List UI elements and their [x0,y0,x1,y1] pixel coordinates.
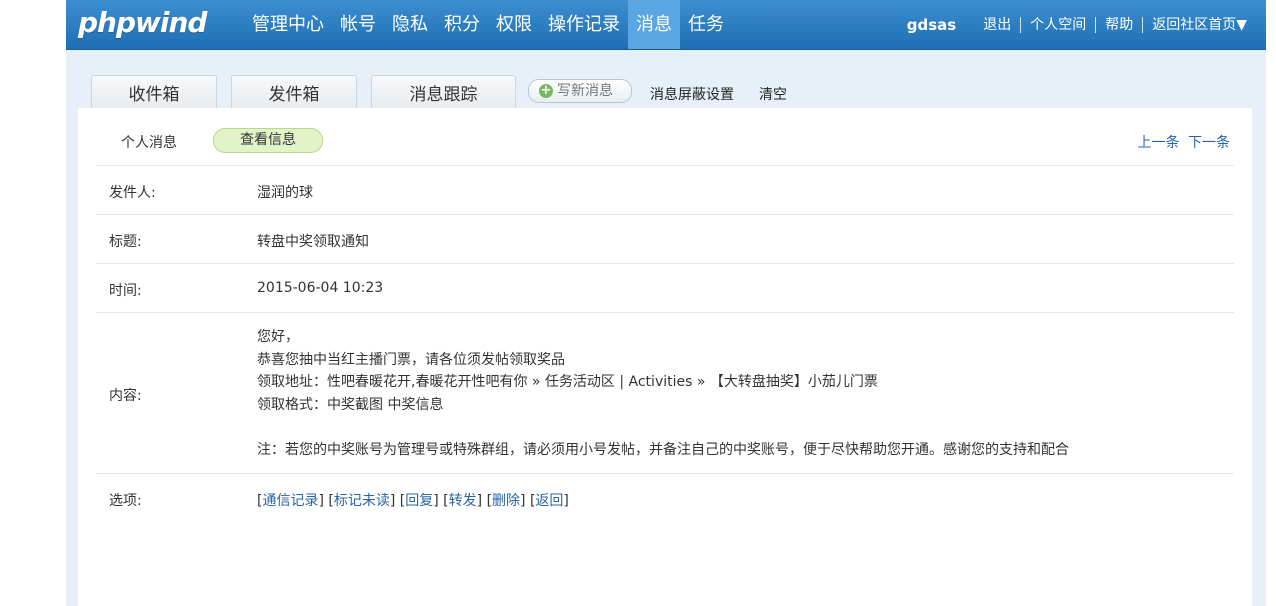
plus-icon: + [539,83,553,98]
nav-tasks[interactable]: 任务 [680,0,732,49]
content-line: 领取格式：中奖截图 中奖信息 [257,396,444,413]
nav-operation-log[interactable]: 操作记录 [540,0,628,49]
conversation-history-link[interactable]: 通信记录 [262,493,318,509]
content-line: 您好， [257,329,299,345]
message-pager: 上一条 下一条 [1134,132,1230,152]
prev-message-link[interactable]: 上一条 [1138,135,1180,151]
options-label: 选项: [109,493,142,509]
next-message-link[interactable]: 下一条 [1188,135,1230,151]
time-row: 时间: 2015-06-04 10:23 [96,263,1234,312]
time-value: 2015-06-04 10:23 [257,280,384,296]
content-line-blank [257,416,1069,439]
nav-admin-center[interactable]: 管理中心 [244,0,332,49]
user-nav: gdsas 退出 个人空间 帮助 返回社区首页▼ [898,0,1256,49]
sender-link[interactable]: 湿润的球 [257,182,313,202]
sender-label: 发件人: [109,185,156,201]
content-line: 领取地址：性吧春暖花开,春暖花开性吧有你 » 任务活动区 | Activitie… [257,374,878,390]
top-navigation-bar: phpwind 管理中心 帐号 隐私 积分 权限 操作记录 消息 任务 gdsa… [66,0,1266,50]
content-line: 恭喜您抽中当红主播门票，请各位须发帖领取奖品 [257,351,565,368]
logout-link[interactable]: 退出 [974,17,1020,33]
tab-outbox[interactable]: 发件箱 [231,75,357,110]
content-label: 内容: [109,388,142,404]
clear-link[interactable]: 清空 [759,84,787,104]
write-message-label: 写新消息 [557,83,613,99]
content-row: 内容: 您好， 恭喜您抽中当红主播门票，请各位须发帖领取奖品 领取地址：性吧春暖… [96,312,1234,473]
sender-row: 发件人: 湿润的球 [96,165,1234,214]
tab-message-tracking[interactable]: 消息跟踪 [371,75,516,110]
mark-unread-link[interactable]: 标记未读 [334,493,390,509]
subtab-personal-messages[interactable]: 个人消息 [121,132,177,152]
nav-privacy[interactable]: 隐私 [384,0,436,49]
write-message-button[interactable]: + 写新消息 [528,79,632,103]
main-nav: 管理中心 帐号 隐私 积分 权限 操作记录 消息 任务 [244,0,732,49]
subtab-view-message[interactable]: 查看信息 [213,128,323,153]
nav-messages[interactable]: 消息 [628,0,680,49]
subject-row: 标题: 转盘中奖领取通知 [96,214,1234,263]
subject-label: 标题: [109,234,142,250]
nav-account[interactable]: 帐号 [332,0,384,49]
reply-link[interactable]: 回复 [405,493,433,509]
message-panel: 个人消息 查看信息 上一条 下一条 发件人: 湿润的球 标题: 转盘中奖领取通知… [78,108,1252,606]
tab-inbox[interactable]: 收件箱 [91,75,217,110]
options-links: [通信记录] [标记未读] [回复] [转发] [删除] [返回] [257,493,569,509]
content-line: 注：若您的中奖账号为管理号或特殊群组，请必须用小号发帖，并备注自己的中奖账号，便… [257,441,1069,458]
help-link[interactable]: 帮助 [1095,16,1142,33]
time-label: 时间: [109,283,142,299]
username-link[interactable]: gdsas [898,17,974,33]
back-link[interactable]: 返回 [535,493,563,509]
delete-link[interactable]: 删除 [492,493,520,509]
personal-space-link[interactable]: 个人空间 [1020,16,1095,33]
message-body: 您好， 恭喜您抽中当红主播门票，请各位须发帖领取奖品 领取地址：性吧春暖花开,春… [257,326,1069,461]
subject-value: 转盘中奖领取通知 [257,234,369,250]
forward-link[interactable]: 转发 [449,493,477,509]
back-to-community-link[interactable]: 返回社区首页▼ [1142,16,1256,33]
page-frame: phpwind 管理中心 帐号 隐私 积分 权限 操作记录 消息 任务 gdsa… [66,0,1266,606]
block-settings-link[interactable]: 消息屏蔽设置 [650,84,734,104]
nav-points[interactable]: 积分 [436,0,488,49]
phpwind-logo[interactable]: phpwind [78,4,207,42]
nav-permissions[interactable]: 权限 [488,0,540,49]
options-row: 选项: [通信记录] [标记未读] [回复] [转发] [删除] [返回] [96,473,1234,534]
